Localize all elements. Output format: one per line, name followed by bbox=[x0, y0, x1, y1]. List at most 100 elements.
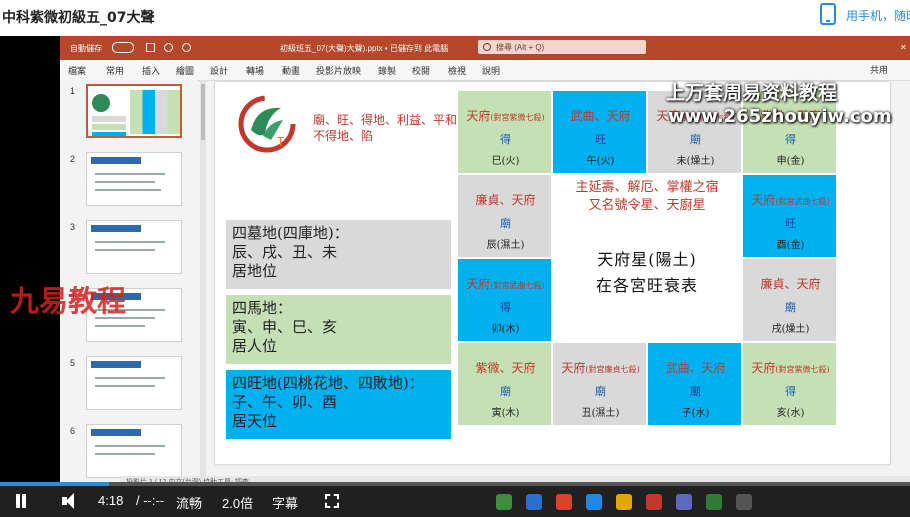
center-desc-1: 主延壽、解厄、掌權之宿 bbox=[575, 180, 719, 195]
palace-cell: 天府(對宮紫微七殺) 得亥(水) bbox=[742, 342, 837, 426]
undo-icon[interactable] bbox=[164, 43, 173, 52]
tab-draw[interactable]: 繪圖 bbox=[176, 64, 194, 77]
volume-icon[interactable] bbox=[62, 493, 80, 509]
taskbar bbox=[490, 492, 910, 512]
palace-cell: 天府(對宮武曲七殺) 旺酉(金) bbox=[742, 174, 837, 258]
mobile-link[interactable]: 用手机，随时 bbox=[846, 7, 910, 24]
app-icon[interactable] bbox=[526, 494, 542, 510]
app-icon[interactable] bbox=[676, 494, 692, 510]
video-frame[interactable]: 自動儲存 初級班五_07(大聲)大聲).pptx • 已儲存到 此電腦 搜尋 (… bbox=[0, 36, 910, 486]
tab-slideshow[interactable]: 投影片放映 bbox=[316, 64, 361, 77]
autosave-toggle[interactable] bbox=[112, 42, 134, 53]
box-line: 四旺地(四桃花地、四敗地)： bbox=[232, 374, 424, 392]
box-line: 居地位 bbox=[232, 262, 278, 280]
slide-number: 3 bbox=[70, 222, 76, 232]
center-desc-2: 又名號令星、天廚星 bbox=[588, 198, 706, 213]
palace-cell: 武曲、天府旺午(火) bbox=[552, 90, 647, 174]
cell-star: 天府(對宮紫微七殺) bbox=[751, 361, 830, 375]
tab-design[interactable]: 設計 bbox=[210, 64, 228, 77]
slide-thumbnail-1[interactable] bbox=[86, 84, 182, 138]
palace-cell: 天府(對宮武曲七殺) 得卯(木) bbox=[457, 258, 552, 342]
cell-star: 天府(對宮武曲七殺) bbox=[751, 193, 830, 207]
svg-text:T: T bbox=[276, 135, 285, 149]
app-icon[interactable] bbox=[586, 494, 602, 510]
box-line: 居人位 bbox=[232, 337, 278, 355]
save-icon[interactable] bbox=[146, 43, 155, 52]
cell-grade: 得 bbox=[785, 133, 796, 146]
slide-thumbnail-5[interactable] bbox=[86, 356, 182, 410]
cell-star: 天府(對宮紫微七殺) bbox=[466, 109, 545, 123]
speed-button[interactable]: 2.0倍 bbox=[222, 493, 253, 512]
tab-animations[interactable]: 動畫 bbox=[282, 64, 300, 77]
box-line: 子、午、卯、酉 bbox=[232, 393, 338, 411]
prosperous-position-box: 四旺地(四桃花地、四敗地)： 子、午、卯、酉 居天位 bbox=[226, 370, 451, 439]
ppt-title-bar: 自動儲存 初級班五_07(大聲)大聲).pptx • 已儲存到 此電腦 搜尋 (… bbox=[60, 36, 910, 60]
cell-branch: 申(金) bbox=[776, 156, 805, 167]
current-time: 4:18 bbox=[98, 493, 124, 508]
cell-grade: 廟 bbox=[690, 385, 701, 398]
cell-star: 天府(對宮廉貞七殺) bbox=[561, 361, 640, 375]
tomb-position-box: 四墓地(四庫地)： 辰、戌、丑、未 居地位 bbox=[226, 220, 451, 289]
course-header: 中科紫微初級五_07大聲 用手机，随时 bbox=[0, 0, 910, 36]
tab-file[interactable]: 檔案 bbox=[68, 64, 86, 77]
tab-home[interactable]: 常用 bbox=[106, 64, 124, 77]
cell-branch: 午(火) bbox=[586, 156, 615, 167]
tab-insert[interactable]: 插入 bbox=[142, 64, 160, 77]
tab-help[interactable]: 說明 bbox=[482, 64, 500, 77]
cell-grade: 廟 bbox=[785, 301, 796, 314]
thumbnail-scrollbar[interactable] bbox=[200, 80, 206, 476]
cell-star: 武曲、天府 bbox=[570, 109, 631, 123]
palace-cell: 廉貞、天府廟辰(濕土) bbox=[457, 174, 552, 258]
fullscreen-icon[interactable] bbox=[325, 494, 339, 508]
cell-branch: 酉(金) bbox=[776, 240, 805, 251]
tab-transitions[interactable]: 轉場 bbox=[246, 64, 264, 77]
app-icon[interactable] bbox=[736, 494, 752, 510]
close-icon[interactable]: ✕ bbox=[900, 43, 907, 52]
subtitle-button[interactable]: 字幕 bbox=[272, 493, 298, 512]
cell-grade: 廟 bbox=[690, 133, 701, 146]
app-icon[interactable] bbox=[616, 494, 632, 510]
share-button[interactable]: 共用 bbox=[870, 63, 888, 76]
slide-thumbnail-3[interactable] bbox=[86, 220, 182, 274]
cell-grade: 廟 bbox=[595, 385, 606, 398]
tab-view[interactable]: 檢視 bbox=[448, 64, 466, 77]
tab-record[interactable]: 錄製 bbox=[378, 64, 396, 77]
cell-branch: 子(水) bbox=[681, 408, 710, 419]
cell-branch: 亥(水) bbox=[776, 408, 805, 419]
cell-branch: 未(燥土) bbox=[676, 156, 715, 167]
slide-number: 5 bbox=[70, 358, 76, 368]
slide-thumbnail-2[interactable] bbox=[86, 152, 182, 206]
file-name: 初級班五_07(大聲)大聲).pptx • 已儲存到 此電腦 bbox=[280, 44, 449, 53]
tab-review[interactable]: 校閱 bbox=[412, 64, 430, 77]
slide-number: 1 bbox=[70, 86, 76, 96]
app-icon[interactable] bbox=[496, 494, 512, 510]
slide-thumbnail-6[interactable] bbox=[86, 424, 182, 478]
redo-icon[interactable] bbox=[182, 43, 191, 52]
app-icon[interactable] bbox=[646, 494, 662, 510]
logo-icon: T bbox=[238, 95, 296, 153]
app-icon[interactable] bbox=[706, 494, 722, 510]
palace-cell: 天府(對宮廉貞七殺) 廟丑(濕土) bbox=[552, 342, 647, 426]
cell-star: 武曲、天府 bbox=[665, 361, 726, 375]
duration: / --:-- bbox=[136, 493, 165, 508]
app-icon[interactable] bbox=[556, 494, 572, 510]
search-box[interactable]: 搜尋 (Alt + Q) bbox=[478, 40, 646, 54]
palace-cell: 武曲、天府廟子(水) bbox=[647, 342, 742, 426]
cell-grade: 廟 bbox=[500, 385, 511, 398]
palace-cell: 天府(對宮紫微七殺) 得巳(火) bbox=[457, 90, 552, 174]
grade-legend: 廟、旺、得地、利益、平和、不得地、陷 bbox=[313, 113, 470, 143]
box-line: 四馬地： bbox=[232, 299, 293, 317]
grid-center: 主延壽、解厄、掌權之宿 又名號令星、天廚星 天府星(陽土) 在各宮旺衰表 bbox=[552, 174, 742, 343]
cell-grade: 旺 bbox=[785, 217, 796, 230]
cell-branch: 丑(濕土) bbox=[581, 408, 620, 419]
pause-icon[interactable] bbox=[14, 494, 28, 508]
cell-grade: 得 bbox=[500, 133, 511, 146]
search-icon bbox=[483, 43, 491, 51]
cell-branch: 辰(濕土) bbox=[486, 240, 525, 251]
course-title: 中科紫微初級五_07大聲 bbox=[2, 10, 155, 26]
slide-canvas: T 廟、旺、得地、利益、平和、不得地、陷 四墓地(四庫地)： 辰、戌、丑、未 居… bbox=[215, 82, 890, 464]
quality-button[interactable]: 流畅 bbox=[176, 493, 202, 512]
box-line: 寅、申、巳、亥 bbox=[232, 318, 338, 336]
phone-icon[interactable] bbox=[820, 3, 836, 25]
cell-branch: 寅(木) bbox=[491, 408, 520, 419]
